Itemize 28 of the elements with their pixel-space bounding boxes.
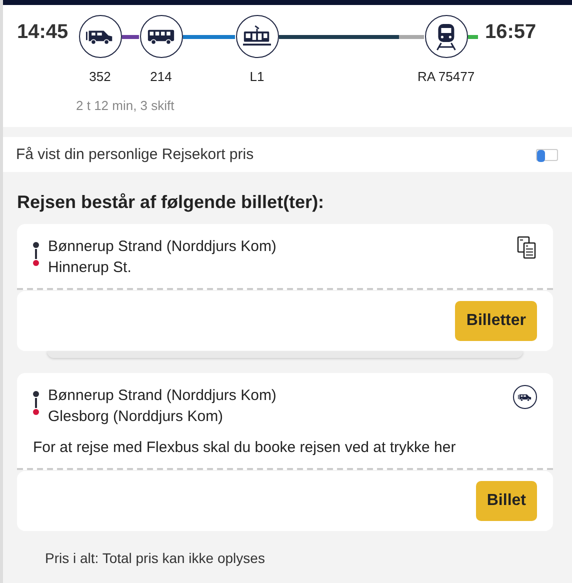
- toggle-label: Få vist din personlige Rejsekort pris: [16, 146, 254, 163]
- total-price: Pris i alt: Total pris kan ikke oplyses: [45, 550, 266, 566]
- van-icon: [86, 28, 114, 45]
- line-label: L1: [250, 69, 264, 84]
- departure-time: 14:45: [17, 21, 70, 44]
- origin-stop: Bønnerup Strand (Norddjurs Kom): [48, 238, 276, 255]
- line-label: RA 75477: [417, 69, 475, 84]
- price-toggle[interactable]: [536, 148, 558, 160]
- arrival-time: 16:57: [485, 21, 536, 44]
- booking-note: For at rejse med Flexbus skal du booke rejsen ved at trykke her: [33, 439, 457, 456]
- destination-stop: Glesborg (Norddjurs Kom): [48, 408, 224, 425]
- bus-icon: [147, 28, 175, 45]
- transport-mode-icon[interactable]: [140, 15, 182, 58]
- van-drawing: [518, 392, 532, 402]
- line-label: 352: [89, 69, 111, 84]
- documents-icon: [517, 236, 537, 260]
- transport-mode-icon[interactable]: [78, 15, 122, 58]
- ticket-button[interactable]: Billet: [476, 481, 537, 521]
- tram-icon: [243, 25, 271, 48]
- transport-mode-icon[interactable]: [236, 15, 278, 58]
- transport-mode-icon[interactable]: [424, 15, 468, 58]
- section-heading: Rejsen består af følgende billet(ter):: [17, 192, 326, 213]
- journey-summary: 2 t 12 min, 3 skift: [76, 98, 176, 113]
- origin-stop: Bønnerup Strand (Norddjurs Kom): [48, 387, 276, 404]
- train-icon: [434, 22, 458, 50]
- destination-stop: Hinnerup St.: [48, 259, 132, 276]
- ticket-button[interactable]: Billetter: [455, 301, 537, 341]
- line-label: 214: [150, 69, 172, 84]
